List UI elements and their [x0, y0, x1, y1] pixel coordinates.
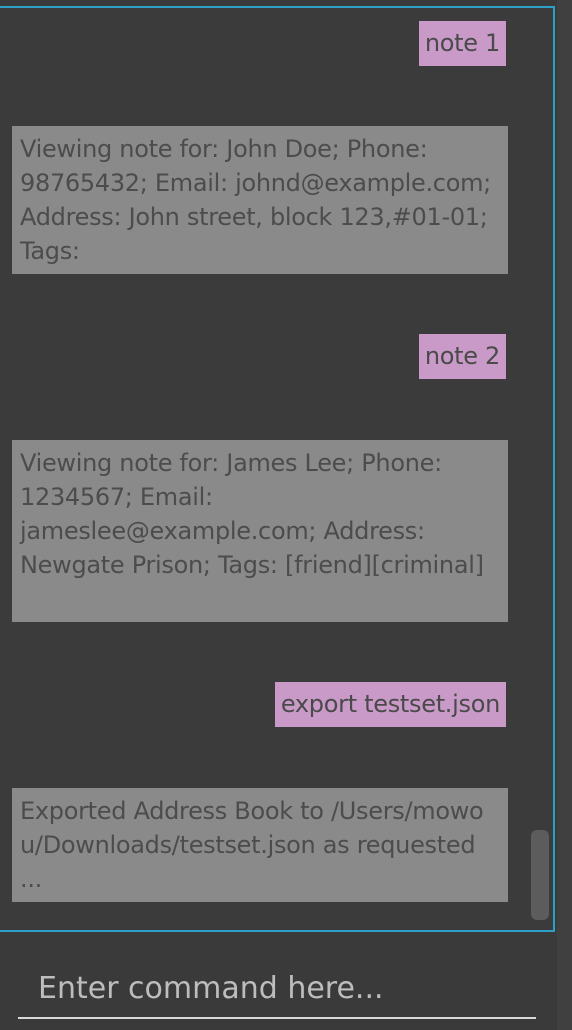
window-edge [557, 0, 572, 1030]
response-bubble: Viewing note for: John Doe; Phone: 98765… [12, 126, 508, 274]
command-box [0, 935, 557, 1030]
command-bubble: note 2 [418, 334, 506, 379]
command-bubble: export testset.json [274, 682, 506, 727]
chat-history-panel[interactable]: note 1 Viewing note for: John Doe; Phone… [0, 6, 555, 932]
chat-scrollbar-thumb[interactable] [531, 830, 549, 920]
response-bubble: Viewing note for: James Lee; Phone: 1234… [12, 440, 508, 622]
app-window: note 1 Viewing note for: John Doe; Phone… [0, 0, 572, 1030]
command-input[interactable] [18, 959, 536, 1019]
response-bubble: Exported Address Book to /Users/mowou/Do… [12, 788, 508, 902]
command-bubble: note 1 [418, 21, 506, 66]
